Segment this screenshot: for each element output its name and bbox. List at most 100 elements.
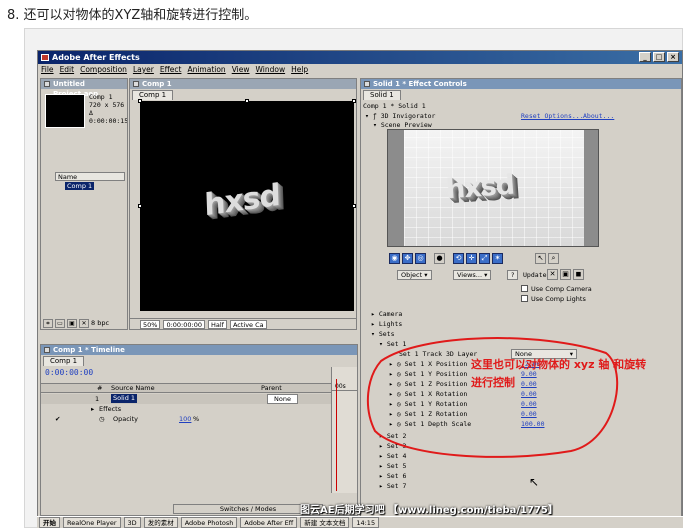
column-number[interactable]: #	[97, 384, 102, 393]
effects-triangle-icon[interactable]: ▸	[91, 404, 94, 414]
project-item-comp[interactable]: Comp 1	[55, 182, 127, 191]
layer-number: 1	[95, 395, 100, 403]
menu-layer[interactable]: Layer	[133, 64, 154, 76]
taskbar-after-effects[interactable]: Adobe After Eff	[240, 517, 298, 528]
transform-handle[interactable]	[245, 99, 249, 103]
opacity-label: Opacity	[113, 415, 139, 423]
interpret-footage-icon[interactable]: ⌗	[43, 319, 53, 328]
panel-menu-icon[interactable]	[44, 347, 50, 353]
menu-help[interactable]: Help	[291, 64, 308, 76]
opacity-unit: %	[193, 415, 200, 423]
transform-handle[interactable]	[352, 204, 356, 208]
opacity-value[interactable]: 100	[179, 414, 191, 424]
effects-row[interactable]: ▸ Effects	[41, 404, 331, 414]
panel-menu-icon[interactable]	[364, 81, 370, 87]
transform-handle[interactable]	[352, 99, 356, 103]
layer-name[interactable]: Solid 1	[111, 394, 138, 403]
start-button[interactable]: 开始	[39, 517, 60, 528]
parent-select[interactable]: None	[267, 394, 298, 404]
set-5-group[interactable]: ▸ Set 5	[379, 461, 406, 471]
stopwatch-icon[interactable]: ◷	[99, 414, 105, 424]
project-thumbnail	[45, 94, 85, 128]
track-camera-icon[interactable]: ✥	[402, 253, 413, 264]
use-comp-lights-checkbox[interactable]: Use Comp Lights	[521, 295, 586, 304]
update-frame-icon[interactable]: ▣	[560, 269, 571, 280]
arrow-tool-icon[interactable]: ↖	[535, 253, 546, 264]
timecode-display[interactable]: 0:00:00:00	[163, 319, 205, 329]
tab-solid-1[interactable]: Solid 1	[363, 90, 401, 100]
panel-menu-icon[interactable]	[44, 81, 50, 87]
trash-icon[interactable]: ✕	[79, 319, 89, 328]
resolution-select[interactable]: Half	[207, 319, 227, 329]
fx-icon: ƒ	[372, 112, 377, 120]
timeline-track-area[interactable]: 00s	[331, 367, 357, 493]
menu-edit[interactable]: Edit	[60, 64, 75, 76]
annotation-text-line-2: 进行控制	[471, 376, 515, 389]
reset-options-link[interactable]: Reset Options...	[521, 111, 584, 121]
comp-panel-title[interactable]: Comp 1	[130, 79, 356, 89]
tab-timeline-comp-1[interactable]: Comp 1	[43, 356, 85, 366]
transform-handle[interactable]	[138, 99, 142, 103]
taskbar-realone[interactable]: RealOne Player	[63, 517, 121, 528]
bpc-label[interactable]: 8 bpc	[91, 319, 109, 329]
camera-select[interactable]: Active Ca	[229, 319, 267, 329]
zoom-select[interactable]: 50%	[140, 319, 161, 329]
update-close-icon[interactable]: ✕	[547, 269, 558, 280]
use-comp-camera-checkbox[interactable]: Use Comp Camera	[521, 285, 592, 294]
new-comp-icon[interactable]: ▣	[67, 319, 77, 328]
spin-tool-icon[interactable]: ✶	[492, 253, 503, 264]
camera-group[interactable]: ▸ Camera	[371, 309, 402, 319]
playhead[interactable]	[336, 379, 337, 491]
dolly-camera-icon[interactable]: ◎	[415, 253, 426, 264]
maximize-button[interactable]: □	[653, 52, 665, 62]
help-button[interactable]: ?	[507, 270, 519, 280]
menu-view[interactable]: View	[232, 64, 250, 76]
timeline-panel-title[interactable]: Comp 1 * Timeline	[41, 345, 357, 355]
comp-canvas[interactable]: hxsd	[138, 99, 356, 311]
update-buttons: ✕ ▣ ◼	[547, 269, 584, 280]
zoom-tool-icon[interactable]: ⌕	[548, 253, 559, 264]
taskbar-photoshop[interactable]: Adobe Photosh	[180, 517, 238, 528]
move-tool-icon[interactable]: ✛	[466, 253, 477, 264]
panel-menu-icon[interactable]	[133, 81, 139, 87]
menu-window[interactable]: Window	[256, 64, 286, 76]
set-7-group[interactable]: ▸ Set 7	[379, 481, 406, 491]
taskbar-3d[interactable]: 3D	[123, 517, 141, 528]
close-button[interactable]: ×	[667, 52, 679, 62]
viewer-footer: 50% 0:00:00:00 Half Active Ca	[130, 318, 356, 329]
menu-effect[interactable]: Effect	[160, 64, 182, 76]
transform-handle[interactable]	[138, 204, 142, 208]
expand-triangle-icon[interactable]: ▾	[373, 121, 377, 129]
set-6-group[interactable]: ▸ Set 6	[379, 471, 406, 481]
scale-tool-icon[interactable]: ⤢	[479, 253, 490, 264]
object-dropdown[interactable]: Object ▾	[397, 270, 432, 280]
effect-panel-title[interactable]: Solid 1 * Effect Controls	[361, 79, 681, 89]
project-column-name[interactable]: Name	[55, 172, 125, 181]
taskbar-materials[interactable]: 发的素材	[143, 517, 178, 528]
menu-composition[interactable]: Composition	[80, 64, 127, 76]
column-source-name[interactable]: Source Name	[111, 384, 155, 393]
orbit-camera-icon[interactable]: ◉	[389, 253, 400, 264]
minimize-button[interactable]: _	[639, 52, 651, 62]
rotate-tool-icon[interactable]: ⟲	[453, 253, 464, 264]
render-sphere-icon[interactable]: ●	[434, 253, 445, 264]
lights-group[interactable]: ▸ Lights	[371, 319, 402, 329]
menu-animation[interactable]: Animation	[187, 64, 225, 76]
scene-preview[interactable]: hxsd	[387, 129, 599, 247]
app-titlebar[interactable]: Adobe After Effects _ □ ×	[38, 51, 682, 64]
layer-row[interactable]: 1 Solid 1 None	[41, 394, 331, 404]
column-parent[interactable]: Parent	[261, 384, 282, 393]
mouse-cursor-icon: ↖	[529, 475, 540, 489]
camera-tool-row: ◉ ✥ ◎ ● ⟲ ✛ ⤢ ✶ ↖ ⌕	[389, 253, 559, 264]
about-link[interactable]: About...	[583, 111, 614, 121]
menu-file[interactable]: File	[41, 64, 54, 76]
watermark: 图云AE后期学习吧 【www.lineg.com/tieba/1775】	[300, 505, 558, 516]
update-auto-icon[interactable]: ◼	[573, 269, 584, 280]
new-folder-icon[interactable]: ▭	[55, 319, 65, 328]
project-panel-title[interactable]: Untitled Project.aep	[41, 79, 127, 98]
expand-triangle-icon[interactable]: ▾	[365, 112, 369, 120]
views-dropdown[interactable]: Views... ▾	[453, 270, 492, 280]
opacity-row[interactable]: ✔ ◷ Opacity 100 %	[41, 414, 331, 424]
taskbar-text-doc[interactable]: 新建 文本文档	[300, 517, 350, 528]
timeline-current-time[interactable]: 0:00:00:00	[45, 368, 93, 377]
